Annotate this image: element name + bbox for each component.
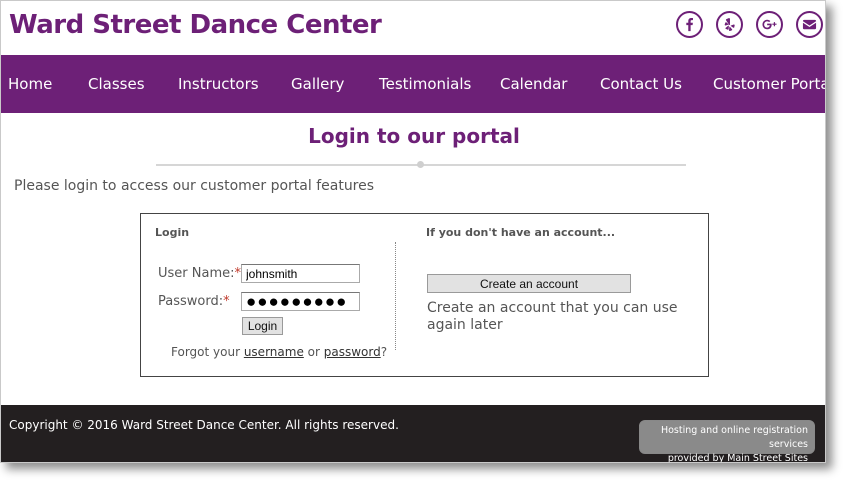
main-street-sites-link[interactable]: Main Street Sites [727, 453, 808, 462]
hosting-line: Hosting and online registration services [660, 425, 808, 450]
login-button[interactable]: Login [242, 317, 283, 335]
browser-page: Ward Street Dance Center Home Classes In… [0, 0, 826, 463]
nav-instructors[interactable]: Instructors [178, 55, 259, 113]
site-header: Ward Street Dance Center [1, 1, 825, 56]
page-title: Login to our portal [308, 124, 520, 148]
nav-contact-us[interactable]: Contact Us [600, 55, 682, 113]
create-account-description: Create an account that you can use again… [427, 300, 678, 333]
nav-calendar[interactable]: Calendar [500, 55, 567, 113]
panel-divider [395, 242, 396, 350]
signup-heading: If you don't have an account... [426, 226, 616, 239]
forgot-credentials: Forgot your username or password? [171, 345, 388, 359]
required-mark: * [223, 294, 230, 309]
password-input[interactable] [241, 292, 360, 311]
username-input[interactable] [241, 264, 360, 283]
nav-home[interactable]: Home [8, 55, 52, 113]
create-account-button[interactable]: Create an account [427, 274, 631, 293]
hosting-badge: Hosting and online registration services… [639, 420, 815, 462]
forgot-username-link[interactable]: username [244, 345, 304, 359]
google-plus-icon[interactable] [756, 11, 783, 38]
email-icon[interactable] [796, 11, 823, 38]
intro-text: Please login to access our customer port… [14, 178, 375, 194]
site-title[interactable]: Ward Street Dance Center [9, 10, 382, 40]
nav-gallery[interactable]: Gallery [291, 55, 344, 113]
login-panel: Login User Name:* Password:* Login Forgo… [140, 213, 709, 377]
yelp-icon[interactable] [716, 11, 743, 38]
main-nav: Home Classes Instructors Gallery Testimo… [1, 55, 825, 113]
copyright-text: Copyright © 2016 Ward Street Dance Cente… [9, 418, 399, 432]
hosting-provider: provided by Main Street Sites [667, 453, 808, 463]
nav-testimonials[interactable]: Testimonials [379, 55, 471, 113]
divider-dot [417, 161, 424, 168]
nav-customer-portal[interactable]: Customer Portal [713, 55, 825, 113]
forgot-password-link[interactable]: password [324, 345, 381, 359]
facebook-icon[interactable] [676, 11, 703, 38]
username-label: User Name:* [158, 266, 241, 281]
password-label: Password:* [158, 294, 230, 309]
nav-classes[interactable]: Classes [88, 55, 145, 113]
site-footer: Copyright © 2016 Ward Street Dance Cente… [1, 405, 825, 462]
login-heading: Login [155, 226, 190, 239]
